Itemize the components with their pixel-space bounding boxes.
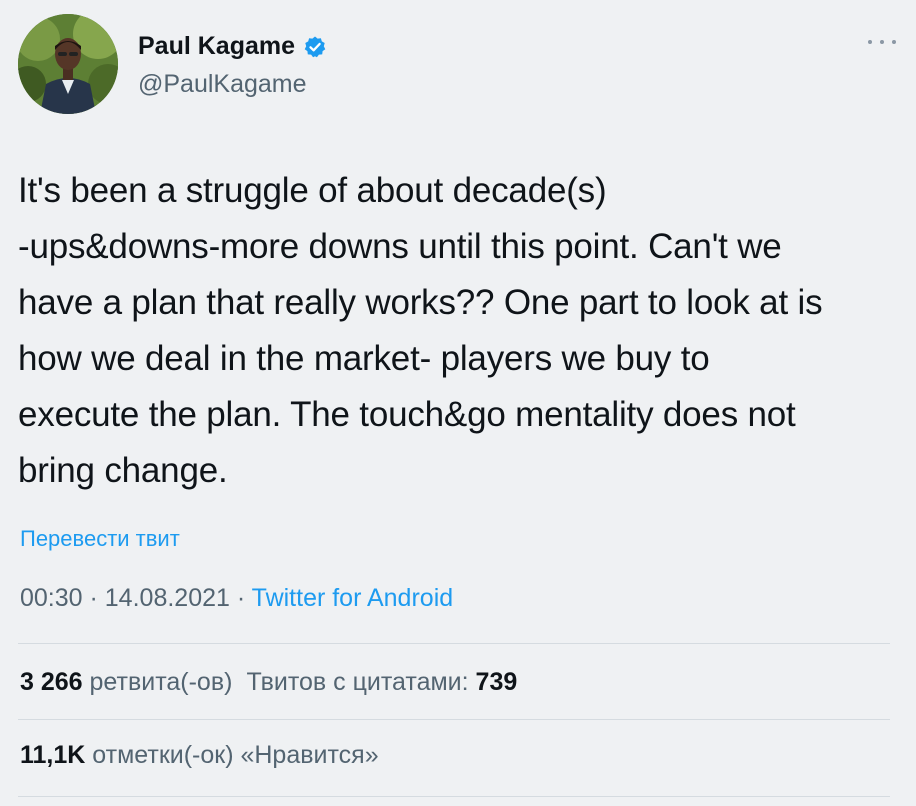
tweet-meta: 00:30 · 14.08.2021 · Twitter for Android [20,584,453,613]
more-horizontal-icon [868,40,872,44]
more-button[interactable] [868,34,896,50]
tweet-line: how we deal in the market- players we bu… [18,339,710,378]
translate-tweet-link[interactable]: Перевести твит [20,526,180,552]
more-dot [880,40,884,44]
tweet-header: Paul Kagame @PaulKagame [18,14,898,118]
avatar[interactable] [18,14,118,114]
likes-count: 11,1K [20,741,86,769]
meta-separator: · [229,584,252,612]
avatar-photo [18,14,118,114]
meta-separator: · [82,584,105,612]
likes-stats-row: 11,1K отметки(-ок) «Нравится» [20,741,393,770]
user-name-row: Paul Kagame [138,32,327,61]
tweet-time[interactable]: 00:30 [20,584,83,612]
retweet-stats-row: 3 266 ретвита(-ов) Твитов с цитатами: 739 [20,668,531,697]
tweet-date[interactable]: 14.08.2021 [105,584,230,612]
tweet-line: It's been a struggle of about decade(s) [18,171,607,210]
retweets-label: ретвита(-ов) [89,668,233,696]
quotes-label: Твитов с цитатами: [246,668,469,696]
user-handle[interactable]: @PaulKagame [138,70,307,99]
tweet-line: have a plan that really works?? One part… [18,283,823,322]
tweet-line: bring change. [18,451,228,490]
likes-label: отметки(-ок) «Нравится» [92,741,379,769]
likes-stat[interactable]: 11,1K отметки(-ок) «Нравится» [20,741,379,769]
tweet-text: It's been a struggle of about decade(s) … [18,163,898,499]
user-name[interactable]: Paul Kagame [138,32,295,61]
divider [18,643,890,644]
retweets-count: 3 266 [20,668,83,696]
divider [18,796,890,797]
quotes-count: 739 [475,668,518,696]
quotes-stat[interactable]: Твитов с цитатами: 739 [246,668,517,696]
verified-badge-icon [303,35,327,59]
tweet-source-link[interactable]: Twitter for Android [252,584,453,612]
tweet-line: -ups&downs-more downs until this point. … [18,227,782,266]
divider [18,719,890,720]
retweets-stat[interactable]: 3 266 ретвита(-ов) [20,668,232,696]
more-dot [892,40,896,44]
tweet-line: execute the plan. The touch&go mentality… [18,395,796,434]
